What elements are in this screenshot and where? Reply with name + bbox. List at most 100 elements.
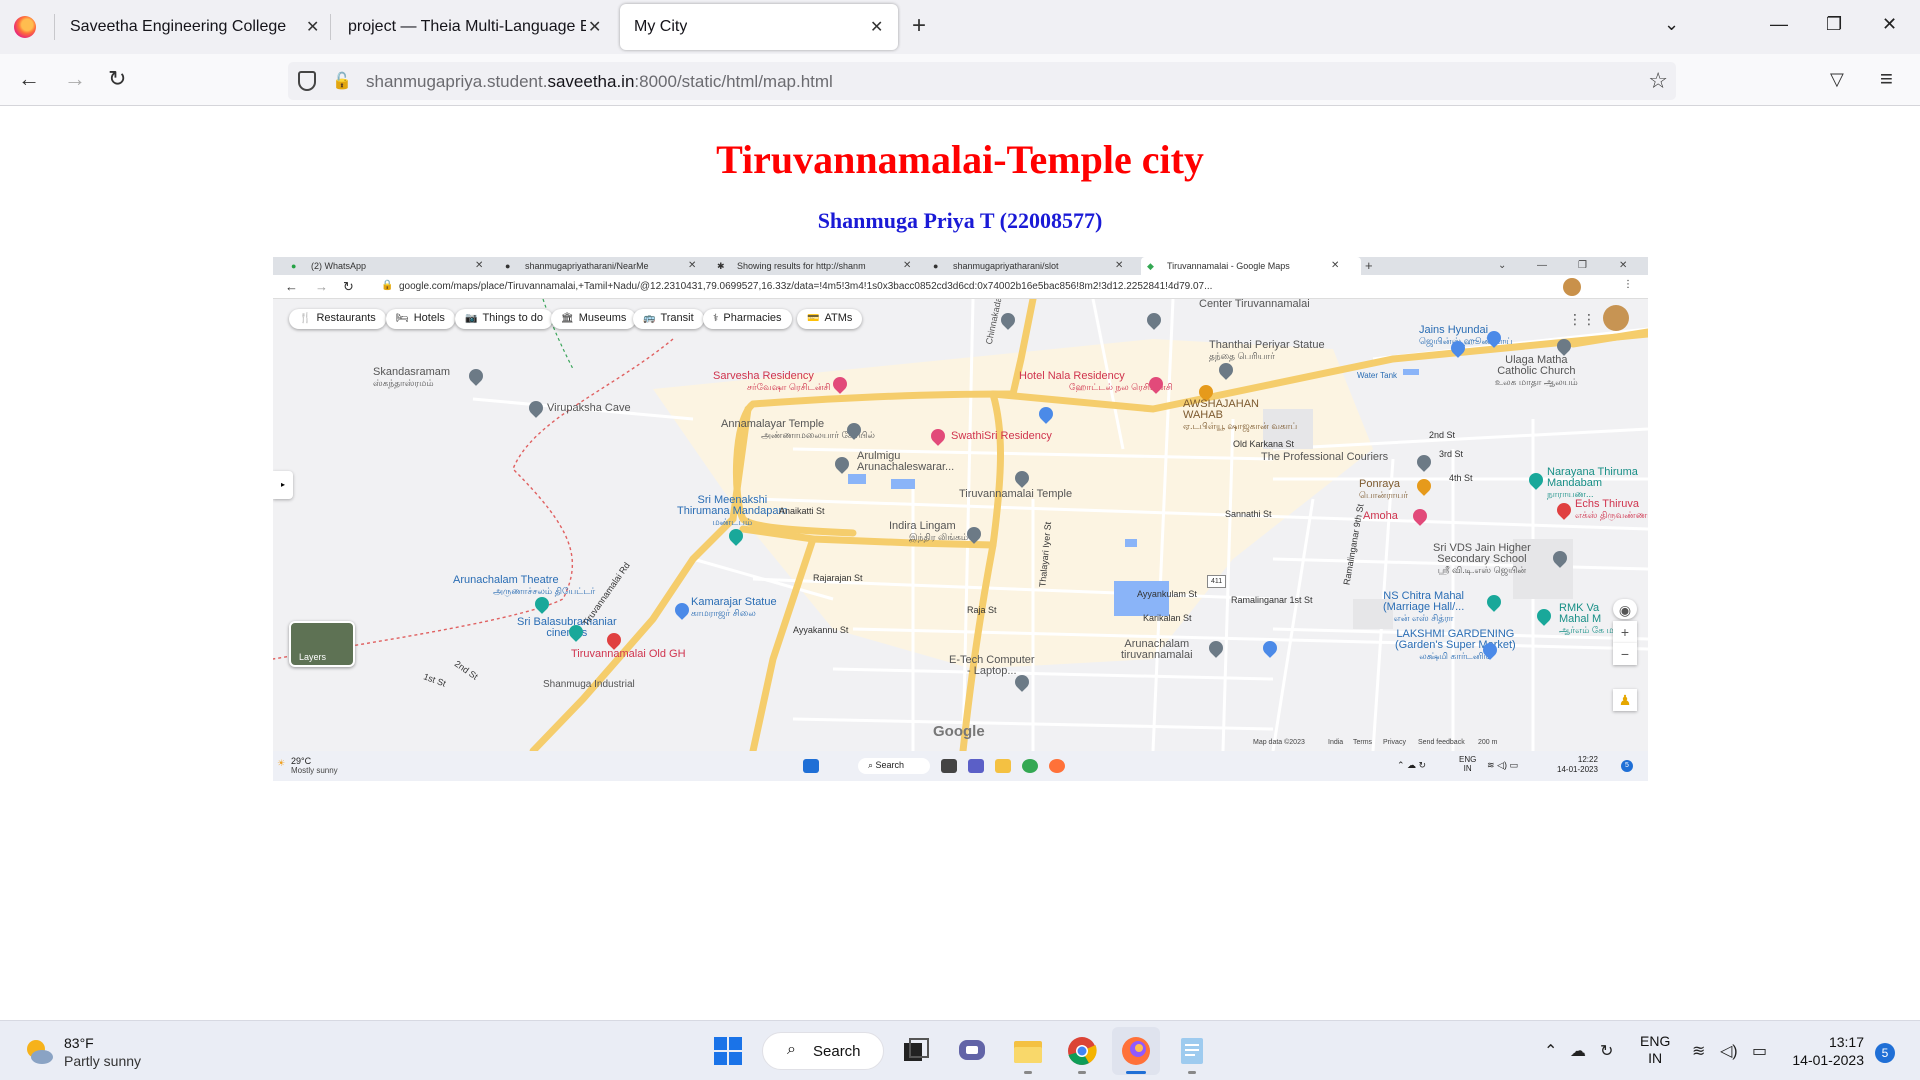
url-suffix: :8000/static/html/map.html [634, 72, 833, 91]
zoom-out-button[interactable]: − [1613, 643, 1637, 665]
place-ulaga-matha-church[interactable]: Ulaga Matha Catholic Church உலக மாதா ஆலயம் [1495, 355, 1578, 388]
place-skandasramam[interactable]: Skandasramam ஸ்கந்தாஸ்ரமம் [373, 367, 450, 389]
country-label: India [1328, 739, 1344, 746]
chip-museums[interactable]: 🏛 Museums [551, 309, 637, 329]
close-tab-icon: ✕ [1331, 260, 1340, 271]
reload-button[interactable]: ↻ [108, 66, 126, 92]
teams-icon [968, 759, 984, 773]
place-indira-lingam[interactable]: Indira Lingam இந்திர லிங்கம் [889, 521, 968, 543]
lock-icon: 🔒 [381, 280, 394, 291]
place-arunachalam-theatre[interactable]: Arunachalam Theatre அருணாச்சலம் தியேட்டர் [453, 575, 595, 597]
onedrive-cloud-icon[interactable]: ☁ [1570, 1041, 1586, 1061]
chip-pharmacies[interactable]: ⚕ Pharmacies [703, 309, 792, 329]
forward-button[interactable]: → [64, 66, 86, 92]
chrome-icon[interactable] [1066, 1035, 1098, 1067]
place-vds-jain-school[interactable]: Sri VDS Jain Higher Secondary School ஸ்ரீ … [1433, 543, 1531, 576]
chevron-down-icon: ⌄ [1498, 260, 1507, 271]
close-tab-icon[interactable]: ✕ [870, 17, 883, 37]
list-all-tabs-icon[interactable]: ⌄ [1664, 14, 1679, 35]
tab-theia-project[interactable]: project — Theia Multi-Language Ex ✕ [334, 4, 606, 50]
place-tamil-name: பொன்ராயர் [1359, 490, 1408, 500]
apps-grid-icon[interactable]: ⋮⋮ [1568, 311, 1596, 328]
place-swathisri-residency[interactable]: SwathiSri Residency [951, 431, 1052, 442]
chip-hotels[interactable]: 🛏 Hotels [386, 309, 455, 329]
account-avatar[interactable] [1603, 305, 1629, 331]
terms-link[interactable]: Terms [1353, 739, 1372, 746]
restore-window-button[interactable]: ❐ [1826, 14, 1842, 35]
privacy-link[interactable]: Privacy [1383, 739, 1406, 746]
place-thanthai-periyar-statue[interactable]: Thanthai Periyar Statue தந்தை பெரியார் [1209, 340, 1325, 362]
place-narayana-mandabam[interactable]: Narayana Thiruma Mandabam நாராயண... [1547, 467, 1638, 500]
place-center-tiruvannamalai[interactable]: Center Tiruvannamalai [1199, 299, 1310, 310]
show-hidden-icons-chevron-icon[interactable]: ⌃ [1544, 1041, 1557, 1061]
volume-icon[interactable]: ◁) [1720, 1041, 1738, 1061]
place-arulmigu-arunachaleswarar[interactable]: Arulmigu Arunachaleswarar... [857, 451, 954, 473]
tab-saveetha[interactable]: Saveetha Engineering College ✕ [56, 4, 328, 50]
place-sarvesha-residency[interactable]: Sarvesha Residency சர்வேஷா ரெசிடன்சி [713, 371, 831, 393]
place-amoha[interactable]: Amoha [1363, 511, 1398, 522]
zoom-in-button[interactable]: + [1613, 621, 1637, 643]
send-feedback-link[interactable]: Send feedback [1418, 739, 1465, 746]
minimize-window-button[interactable]: — [1770, 14, 1788, 35]
windows-start-icon[interactable] [712, 1035, 744, 1067]
place-lakshmi-gardening[interactable]: LAKSHMI GARDENING (Garden's Super Market)… [1395, 629, 1516, 662]
tab-my-city[interactable]: My City ✕ [620, 4, 898, 50]
address-bar[interactable]: 🔓 shanmugapriya.student.saveetha.in:8000… [288, 62, 1676, 100]
app-menu-icon[interactable]: ≡ [1880, 66, 1893, 92]
chip-label: Hotels [413, 312, 445, 324]
place-name-line2: cinemas [546, 627, 588, 639]
place-professional-couriers[interactable]: The Professional Couriers [1261, 452, 1388, 463]
url-text[interactable]: shanmugapriya.student.saveetha.in:8000/s… [366, 72, 833, 92]
layers-button[interactable]: Layers [289, 621, 355, 667]
sync-icon[interactable]: ↻ [1600, 1041, 1613, 1061]
taskbar-search[interactable]: ⌕ Search [762, 1032, 884, 1070]
new-tab-button[interactable]: + [912, 12, 926, 40]
chip-restaurants[interactable]: 🍴 Restaurants [289, 309, 386, 329]
close-window-icon: ✕ [1619, 260, 1628, 271]
input-language-indicator[interactable]: ENG IN [1640, 1033, 1670, 1067]
chip-things-to-do[interactable]: 📷 Things to do [455, 309, 553, 329]
close-tab-icon[interactable]: ✕ [306, 17, 319, 37]
place-awshajahan-wahab[interactable]: AWSHAJAHAN WAHAB ஏ.டபிள்யூ ஷாஜகான் வகாப் [1183, 399, 1297, 432]
close-tab-icon[interactable]: ✕ [588, 17, 601, 37]
taskbar-clock[interactable]: 13:17 14-01-2023 [1790, 1033, 1864, 1069]
place-water-tank[interactable]: Water Tank [1357, 370, 1397, 381]
place-meenakshi-mandapam[interactable]: Sri Meenakshi Thirumana Mandapam மண்டபம் [677, 495, 788, 528]
place-kamarajar-statue[interactable]: Kamarajar Statue காமராஜர் சிலை [691, 597, 777, 619]
battery-icon[interactable]: ▭ [1752, 1041, 1767, 1061]
place-tiruvannamalai-temple[interactable]: Tiruvannamalai Temple [959, 489, 1072, 500]
chip-atms[interactable]: 💳 ATMs [797, 309, 863, 329]
bookmark-star-icon[interactable]: ☆ [1648, 68, 1668, 94]
expand-side-panel-button[interactable]: ▸ [273, 471, 293, 499]
task-view-icon[interactable] [900, 1035, 932, 1067]
street-old-karkana: Old Karkana St [1233, 439, 1295, 449]
search-label: Search [813, 1043, 861, 1060]
place-balasubramaniar-cinemas[interactable]: Sri Balasubramaniar cinemas [517, 617, 617, 639]
place-ponraya[interactable]: Ponraya பொன்ராயர் [1359, 479, 1408, 501]
place-echs[interactable]: Echs Thiruvaஎக்ஸ் திருவண்ணாம [1575, 499, 1648, 521]
pocket-icon[interactable]: ▽ [1830, 69, 1844, 90]
chip-transit[interactable]: 🚌 Transit [633, 309, 704, 329]
place-arunachalam-tiruvannamalai[interactable]: Arunachalam tiruvannamalai [1121, 639, 1193, 661]
notification-count-badge[interactable]: 5 [1875, 1043, 1895, 1063]
place-name-line2: Arunachaleswarar... [857, 461, 955, 473]
teams-chat-icon[interactable] [956, 1035, 988, 1067]
place-shanmuga-industrial[interactable]: Shanmuga Industrial [543, 679, 635, 690]
notepad-icon[interactable] [1176, 1035, 1208, 1067]
back-button[interactable]: ← [18, 66, 40, 92]
place-ns-chitra-mahal[interactable]: NS Chitra Mahal (Marriage Hall/... என் எஸ்… [1383, 591, 1464, 624]
file-explorer-icon[interactable] [1012, 1035, 1044, 1067]
forward-icon: → [315, 279, 328, 294]
firefox-logo-icon[interactable] [14, 16, 36, 38]
close-window-button[interactable]: ✕ [1882, 14, 1897, 35]
place-old-gh[interactable]: Tiruvannamalai Old GH [571, 649, 686, 660]
camera-icon: 📷 [465, 313, 478, 324]
place-virupaksha-cave[interactable]: Virupaksha Cave [547, 403, 631, 414]
street-view-icon[interactable]: ◉ [1613, 599, 1637, 619]
github-icon: ● [505, 261, 511, 271]
insecure-lock-icon[interactable]: 🔓 [332, 71, 352, 91]
pegman-icon[interactable]: ♟ [1613, 689, 1637, 711]
firefox-icon[interactable] [1120, 1035, 1152, 1067]
tracking-protection-shield-icon[interactable] [298, 71, 316, 91]
wifi-icon[interactable]: ≋ [1692, 1041, 1705, 1061]
